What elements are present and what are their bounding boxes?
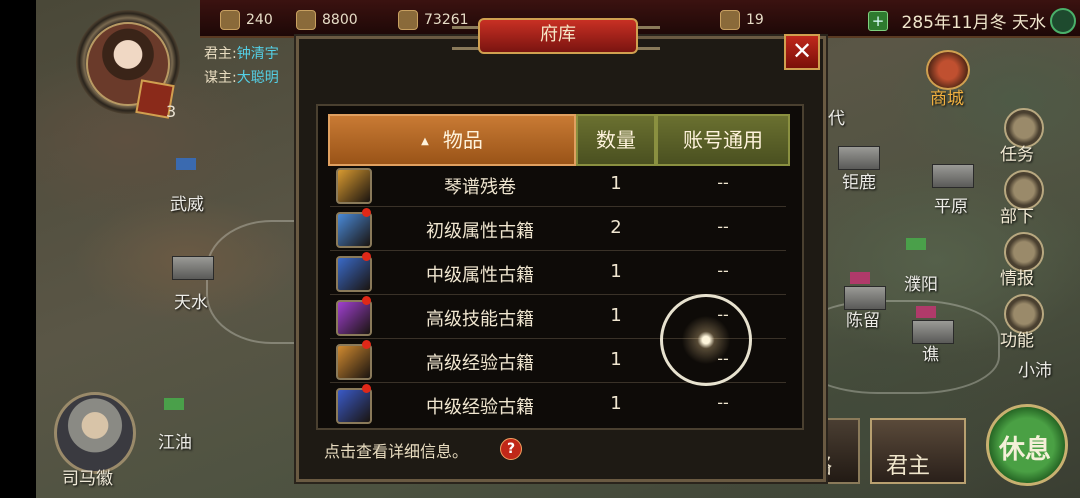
- adviser-name[interactable]: 大聪明: [237, 70, 279, 86]
- city-julu[interactable]: 钜鹿: [842, 168, 876, 193]
- castle-icon[interactable]: [172, 256, 214, 280]
- scroll-score-icon: [336, 168, 372, 204]
- table-row[interactable]: 琴谱残卷 1 --: [330, 166, 786, 207]
- touch-indicator: [660, 294, 752, 386]
- new-badge: [362, 252, 371, 261]
- lord-button[interactable]: 君主: [870, 418, 966, 484]
- item-name: 中级属性古籍: [426, 265, 534, 286]
- city-tianshui[interactable]: 天水: [174, 288, 208, 313]
- advisor-avatar[interactable]: [54, 392, 136, 474]
- item-quantity: 1: [610, 349, 622, 370]
- menu-tasks[interactable]: 任务: [1000, 140, 1034, 165]
- column-items[interactable]: ▲ 物品: [328, 114, 576, 166]
- help-icon[interactable]: ?: [500, 438, 522, 460]
- lord-level: 3: [166, 102, 177, 121]
- castle-icon[interactable]: [932, 164, 974, 188]
- resource-food: 8800: [296, 10, 358, 30]
- globe-icon[interactable]: [1050, 8, 1076, 34]
- item-quantity: 1: [610, 173, 622, 194]
- blue-scroll-icon: [336, 256, 372, 292]
- item-account-shared: --: [717, 393, 729, 412]
- city-xiaopei[interactable]: 小沛: [1018, 356, 1052, 381]
- city-puyang[interactable]: 濮阳: [904, 270, 938, 295]
- left-black-bar: [0, 0, 36, 498]
- purple-scroll-icon: [336, 300, 372, 336]
- table-row[interactable]: 初级属性古籍 2 --: [330, 206, 786, 251]
- food-sack-icon: [296, 10, 316, 30]
- city-pingyuan[interactable]: 平原: [934, 192, 968, 217]
- item-quantity: 1: [610, 261, 622, 282]
- item-name: 高级经验古籍: [426, 353, 534, 374]
- new-badge: [362, 296, 371, 305]
- castle-icon[interactable]: [838, 146, 880, 170]
- advisor-name: 司马徽: [62, 469, 113, 489]
- item-name: 初级属性古籍: [426, 221, 534, 242]
- date-location: 285年11月冬 天水: [901, 13, 1046, 33]
- column-account-shared[interactable]: 账号通用: [656, 114, 790, 166]
- flag-icon: [916, 306, 936, 318]
- column-quantity[interactable]: 数量: [576, 114, 656, 166]
- wood-icon: [398, 10, 418, 30]
- item-quantity: 2: [610, 217, 622, 238]
- add-resource-button[interactable]: +: [868, 11, 888, 31]
- resource-gold: 240: [220, 10, 273, 30]
- item-account-shared: --: [717, 173, 729, 192]
- item-name: 琴谱残卷: [444, 177, 516, 198]
- item-quantity: 1: [610, 393, 622, 414]
- close-button[interactable]: ✕: [784, 34, 820, 70]
- item-quantity: 1: [610, 305, 622, 326]
- city-wuwei[interactable]: 武威: [170, 190, 204, 215]
- menu-functions[interactable]: 功能: [1000, 326, 1034, 351]
- flag-icon: [906, 238, 926, 250]
- menu-intel[interactable]: 情报: [1000, 264, 1034, 289]
- new-badge: [362, 384, 371, 393]
- dialog-title: 府库: [478, 18, 638, 54]
- table-row[interactable]: 中级属性古籍 1 --: [330, 250, 786, 295]
- city-dai[interactable]: 代: [828, 104, 845, 129]
- city-chenliu[interactable]: 陈留: [846, 306, 880, 331]
- table-row[interactable]: 中级经验古籍 1 --: [330, 382, 786, 424]
- blue-scroll-icon: [336, 212, 372, 248]
- new-badge: [362, 208, 371, 217]
- rest-button[interactable]: 休息: [986, 404, 1068, 486]
- lord-name[interactable]: 钟清宇: [237, 46, 279, 62]
- item-name: 高级技能古籍: [426, 309, 534, 330]
- gold-scroll-icon: [336, 344, 372, 380]
- city-qiao[interactable]: 谯: [922, 340, 939, 365]
- river: [796, 300, 1000, 394]
- gold-coin-icon: [220, 10, 240, 30]
- item-account-shared: --: [717, 261, 729, 280]
- blue-scroll-icon: [336, 388, 372, 424]
- item-account-shared: --: [717, 217, 729, 236]
- flag-icon: [164, 398, 184, 410]
- lord-info: 君主:钟清宇 谋主:大聪明: [204, 46, 279, 86]
- item-name: 中级经验古籍: [426, 397, 534, 418]
- book-icon: [720, 10, 740, 30]
- sort-arrow-icon: ▲: [421, 135, 429, 147]
- resource-book: 19: [720, 10, 764, 30]
- menu-subordinates[interactable]: 部下: [1000, 202, 1034, 227]
- flag-icon: [850, 272, 870, 284]
- shop-label[interactable]: 商城: [930, 84, 964, 109]
- city-jiangyou[interactable]: 江油: [158, 428, 192, 453]
- new-badge: [362, 340, 371, 349]
- flag-icon: [176, 158, 196, 170]
- hint-text: 点击查看详细信息。: [324, 442, 469, 461]
